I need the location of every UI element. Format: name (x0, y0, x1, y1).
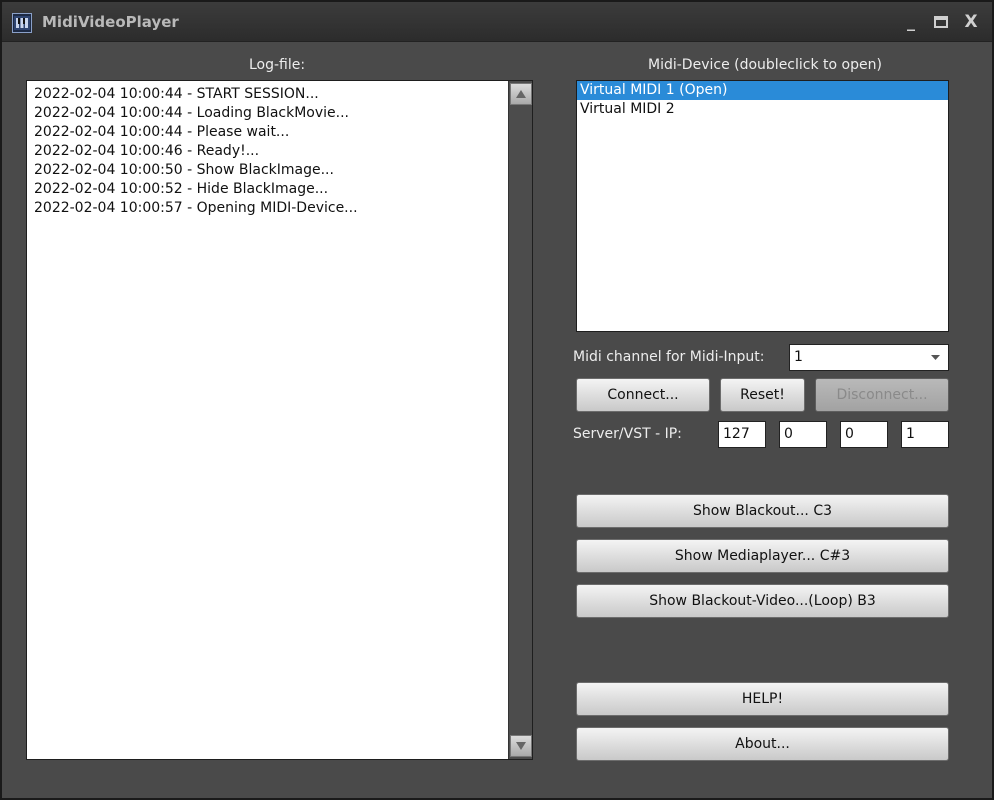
scroll-down-arrow-icon[interactable] (510, 735, 532, 757)
log-line: 2022-02-04 10:00:44 - Loading BlackMovie… (34, 105, 349, 121)
server-ip-label: Server/VST - IP: (573, 426, 682, 442)
disconnect-button[interactable]: Disconnect... (815, 378, 949, 412)
midi-channel-value: 1 (794, 349, 803, 365)
midi-device-item[interactable]: Virtual MIDI 2 (577, 100, 948, 119)
chevron-down-icon (931, 355, 940, 360)
show-blackout-video-button[interactable]: Show Blackout-Video...(Loop) B3 (576, 584, 949, 618)
help-button[interactable]: HELP! (576, 682, 949, 716)
window-title: MidiVideoPlayer (42, 13, 179, 31)
log-scrollbar[interactable] (508, 81, 532, 759)
midi-device-list[interactable]: Virtual MIDI 1 (Open) Virtual MIDI 2 (576, 80, 949, 332)
log-line: 2022-02-04 10:00:57 - Opening MIDI-Devic… (34, 200, 358, 216)
midi-device-item[interactable]: Virtual MIDI 1 (Open) (577, 81, 948, 100)
app-logo-icon (12, 13, 32, 33)
about-button[interactable]: About... (576, 727, 949, 761)
ip-octet-4-field[interactable]: 1 (901, 421, 949, 448)
log-line: 2022-02-04 10:00:52 - Hide BlackImage... (34, 181, 329, 197)
midi-channel-label: Midi channel for Midi-Input: (573, 349, 765, 365)
ip-octet-1-field[interactable]: 127 (718, 421, 766, 448)
scroll-up-arrow-icon[interactable] (510, 83, 532, 105)
log-lines: 2022-02-04 10:00:44 - START SESSION... 2… (34, 85, 504, 218)
minimize-icon[interactable]: _ (898, 10, 924, 34)
ip-octet-3-field[interactable]: 0 (840, 421, 888, 448)
log-line: 2022-02-04 10:00:44 - START SESSION... (34, 86, 319, 102)
log-line: 2022-02-04 10:00:46 - Ready!... (34, 143, 260, 159)
log-line: 2022-02-04 10:00:44 - Please wait... (34, 124, 290, 140)
show-mediaplayer-button[interactable]: Show Mediaplayer... C#3 (576, 539, 949, 573)
app-window: MidiVideoPlayer _ X Log-file: 2022-02-04… (0, 0, 994, 800)
midi-device-label: Midi-Device (doubleclick to open) (648, 57, 882, 73)
log-file-label: Log-file: (249, 57, 306, 73)
show-blackout-button[interactable]: Show Blackout... C3 (576, 494, 949, 528)
reset-button[interactable]: Reset! (720, 378, 805, 412)
connect-button[interactable]: Connect... (576, 378, 710, 412)
close-icon[interactable]: X (958, 10, 984, 34)
maximize-icon[interactable] (928, 10, 954, 34)
midi-channel-select[interactable]: 1 (789, 344, 949, 371)
log-line: 2022-02-04 10:00:50 - Show BlackImage... (34, 162, 334, 178)
title-bar[interactable]: MidiVideoPlayer _ X (2, 2, 992, 42)
log-textbox[interactable]: 2022-02-04 10:00:44 - START SESSION... 2… (26, 80, 533, 760)
ip-octet-2-field[interactable]: 0 (779, 421, 827, 448)
